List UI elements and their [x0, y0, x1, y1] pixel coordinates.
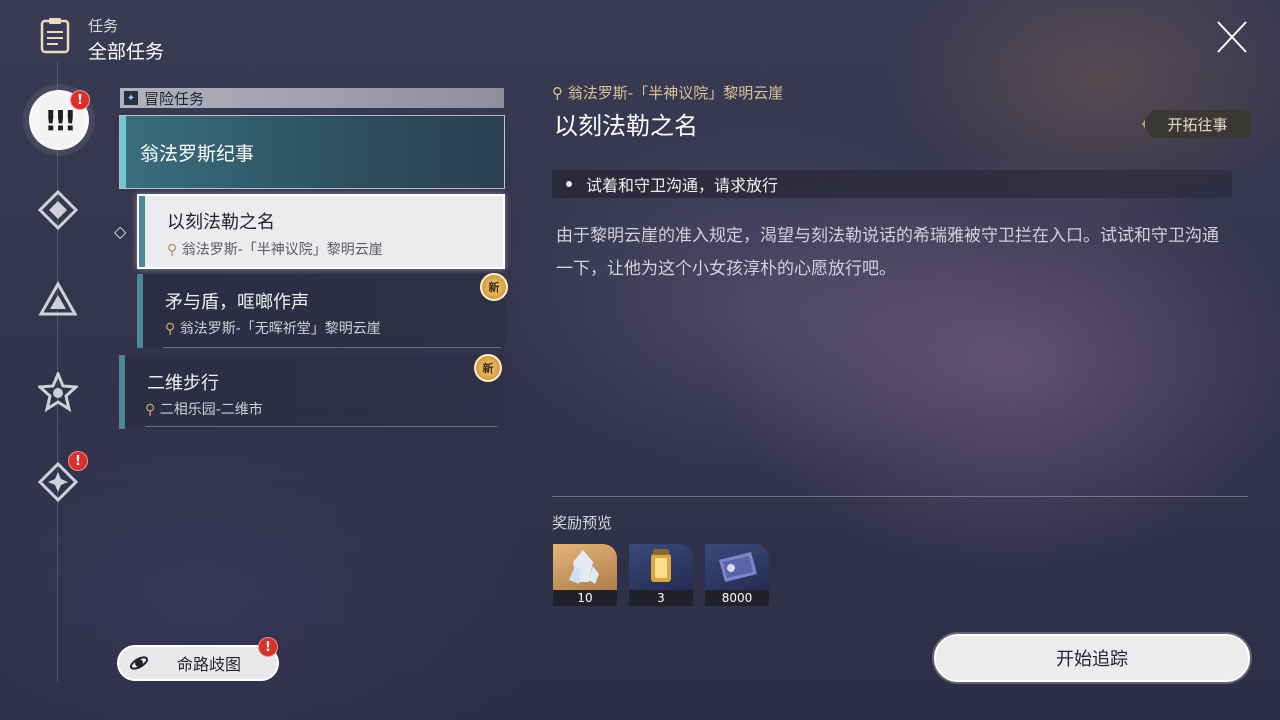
location-pin-icon: ⚲: [165, 321, 176, 337]
quest-objective: 试着和守卫沟通，请求放行: [552, 170, 1232, 198]
start-tracking-button[interactable]: 开始追踪: [934, 634, 1250, 682]
objective-text: 试着和守卫沟通，请求放行: [586, 176, 779, 195]
rail-tab-trailblaze[interactable]: [32, 184, 84, 236]
quest-item[interactable]: 矛与盾，哐啷作声 ⚲ 翁法罗斯-「无晖祈堂」黎明云崖: [137, 274, 505, 348]
quest-item-selected[interactable]: 以刻法勒之名 ⚲ 翁法罗斯-「半神议院」黎明云崖: [137, 194, 505, 269]
reward-count: 10: [553, 590, 617, 606]
orbit-icon: [129, 656, 149, 670]
quest-location-text: 翁法罗斯-「半神议院」黎明云崖: [181, 242, 383, 258]
quest-location: ⚲ 翁法罗斯-「半神议院」黎明云崖: [167, 239, 383, 259]
new-badge: 新: [480, 273, 508, 301]
reward-count: 8000: [705, 590, 769, 606]
detail-location-text: 翁法罗斯-「半神议院」黎明云崖: [567, 84, 784, 102]
quest-title: 以刻法勒之名: [554, 112, 698, 140]
category-label: 冒险任务: [144, 89, 205, 108]
triangle-icon: [38, 281, 78, 316]
chapter-label: 翁法罗斯纪事: [140, 142, 255, 165]
quest-location: ⚲ 翁法罗斯-「无晖祈堂」黎明云崖: [165, 318, 381, 338]
reward-count: 3: [629, 590, 693, 606]
lantern-reward-icon: [629, 544, 693, 590]
divider: [552, 496, 1248, 497]
location-pin-icon: ⚲: [552, 84, 563, 102]
chapter-row[interactable]: 翁法罗斯纪事: [119, 115, 505, 189]
star-icon: [38, 372, 78, 412]
quest-description: 由于黎明云崖的准入规定，渴望与刻法勒说话的希瑞雅被守卫拦在入口。试试和守卫沟通一…: [556, 226, 1219, 279]
selection-arrow-icon: ◇: [114, 222, 127, 241]
quest-location-text: 翁法罗斯-「无晖祈堂」黎明云崖: [179, 321, 381, 337]
quest-name: 以刻法勒之名: [167, 212, 275, 233]
quest-name: 二维步行: [147, 373, 219, 394]
quest-location-text: 二相乐园-二维市: [159, 402, 263, 418]
quest-location: ⚲ 二相乐园-二维市: [145, 399, 263, 419]
new-badge: 新: [474, 354, 502, 382]
path-map-label: 命路歧图: [177, 655, 242, 674]
quest-bar: [137, 274, 143, 348]
divider: [145, 426, 497, 427]
credit-card-reward-icon: [705, 544, 769, 590]
exclamation-icon: !!!: [44, 103, 76, 137]
divider: [163, 347, 501, 348]
location-pin-icon: ⚲: [167, 242, 178, 258]
diamond-star-icon: [38, 190, 78, 230]
rail-alert-badge-2: !: [68, 451, 88, 471]
detail-location: ⚲ 翁法罗斯-「半神议院」黎明云崖: [552, 82, 783, 103]
quest-item[interactable]: 二维步行 ⚲ 二相乐园-二维市: [119, 355, 505, 429]
reward-item[interactable]: 3: [629, 544, 693, 606]
path-map-button[interactable]: 命路歧图: [117, 645, 279, 681]
close-button[interactable]: [1210, 18, 1254, 56]
page-title: 全部任务: [88, 41, 165, 63]
close-icon: [1217, 21, 1247, 53]
reward-item[interactable]: 8000: [705, 544, 769, 606]
trailblaze-history-tag[interactable]: 开拓往事: [1142, 110, 1250, 138]
header-section: 任务: [88, 17, 119, 35]
clipboard-icon: [40, 16, 70, 54]
rail-tab-adventure[interactable]: [32, 366, 84, 418]
category-header: ✦ 冒险任务: [120, 88, 504, 108]
reward-label: 奖励预览: [552, 514, 613, 532]
quest-bar: [139, 196, 145, 267]
rail-tab-companion[interactable]: [32, 275, 84, 327]
location-pin-icon: ⚲: [145, 402, 156, 418]
quest-bar: [119, 355, 125, 429]
path-map-alert-badge: !: [258, 637, 278, 657]
bullet-icon: [566, 181, 572, 187]
reward-item[interactable]: 10: [553, 544, 617, 606]
rail-alert-badge: !: [70, 90, 90, 110]
crystal-reward-icon: [553, 544, 617, 590]
compass-diamond-icon: ✦: [124, 91, 138, 105]
quest-name: 矛与盾，哐啷作声: [165, 292, 309, 313]
